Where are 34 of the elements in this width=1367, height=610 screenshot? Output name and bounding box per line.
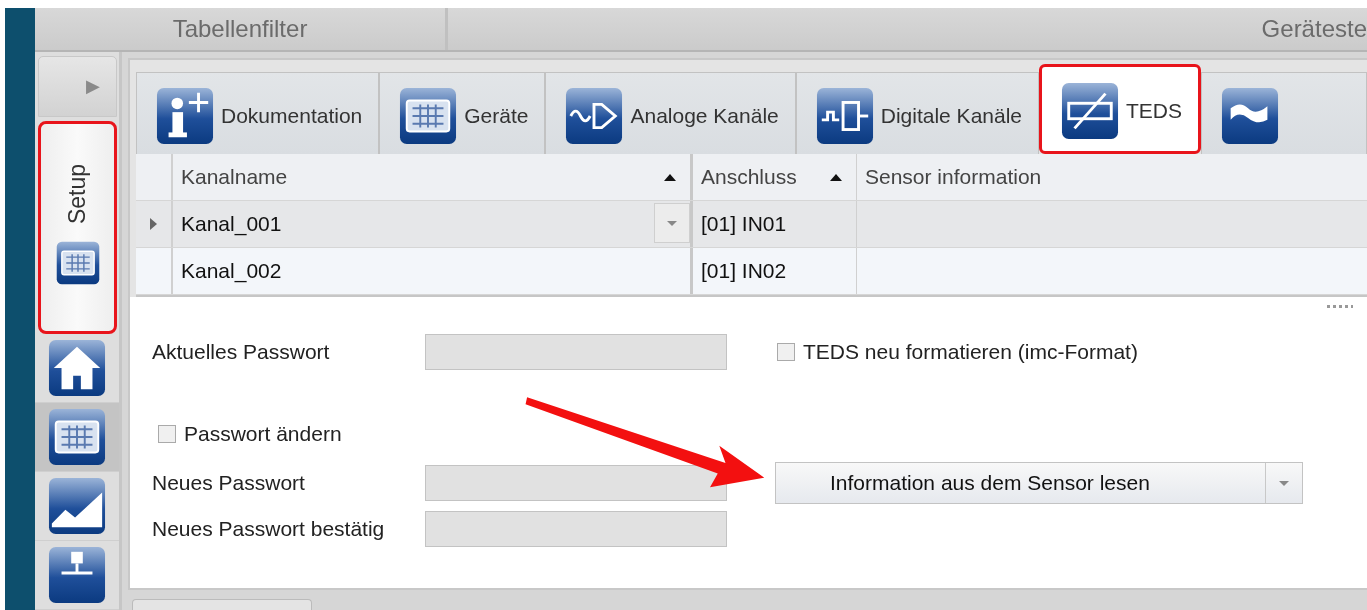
toolbar-tab[interactable]: TEDS [1039, 64, 1202, 154]
digital-channel-icon [814, 86, 875, 145]
grid-icon [48, 408, 106, 466]
field-label: Neues Passwort bestätig [152, 517, 386, 541]
toolbar-tab[interactable]: Geräte [379, 72, 546, 154]
field-label: Neues Passwort [152, 471, 306, 495]
reformat-checkbox[interactable]: TEDS neu formatieren (imc-Format) [777, 340, 1138, 364]
info-icon [155, 86, 215, 145]
toolbar-tab[interactable] [1201, 72, 1367, 154]
current-row-icon [150, 218, 157, 230]
splitter-grip[interactable] [1327, 305, 1353, 308]
read-sensor-button[interactable]: Information aus dem Sensor lesen [775, 462, 1303, 504]
table-row[interactable]: Kanal_002 [01] IN02 [136, 248, 1367, 295]
sidebar-item[interactable] [35, 403, 119, 472]
toolbar-tab[interactable]: Digitale Kanäle [795, 72, 1039, 154]
analog-channel-icon [564, 86, 625, 145]
table-cell: [01] IN02 [701, 259, 787, 283]
toolbar-tab[interactable]: Analoge Kanäle [545, 72, 796, 154]
table-cell: [01] IN01 [701, 212, 787, 236]
panel-header: Tabellenfilter [171, 14, 309, 44]
column-header[interactable]: Anschluss [693, 154, 857, 200]
table-row[interactable]: Kanal_001 [01] IN01 [136, 201, 1367, 248]
sensor-icon [1060, 82, 1120, 140]
tree-icon [48, 546, 106, 604]
column-header[interactable]: Sensor information [857, 154, 1367, 200]
field-label: Aktuelles Passwort [152, 340, 331, 364]
toolbar-tab[interactable]: Dokumentation [136, 72, 380, 154]
home-icon [48, 339, 106, 397]
setup-tab[interactable]: Setup [38, 120, 117, 334]
table-cell: Kanal_002 [181, 259, 282, 283]
device-icon [398, 86, 459, 145]
chart-icon [48, 477, 106, 535]
change-password-checkbox[interactable]: Passwort ändern [158, 422, 342, 446]
table-cell: Kanal_001 [181, 212, 282, 236]
